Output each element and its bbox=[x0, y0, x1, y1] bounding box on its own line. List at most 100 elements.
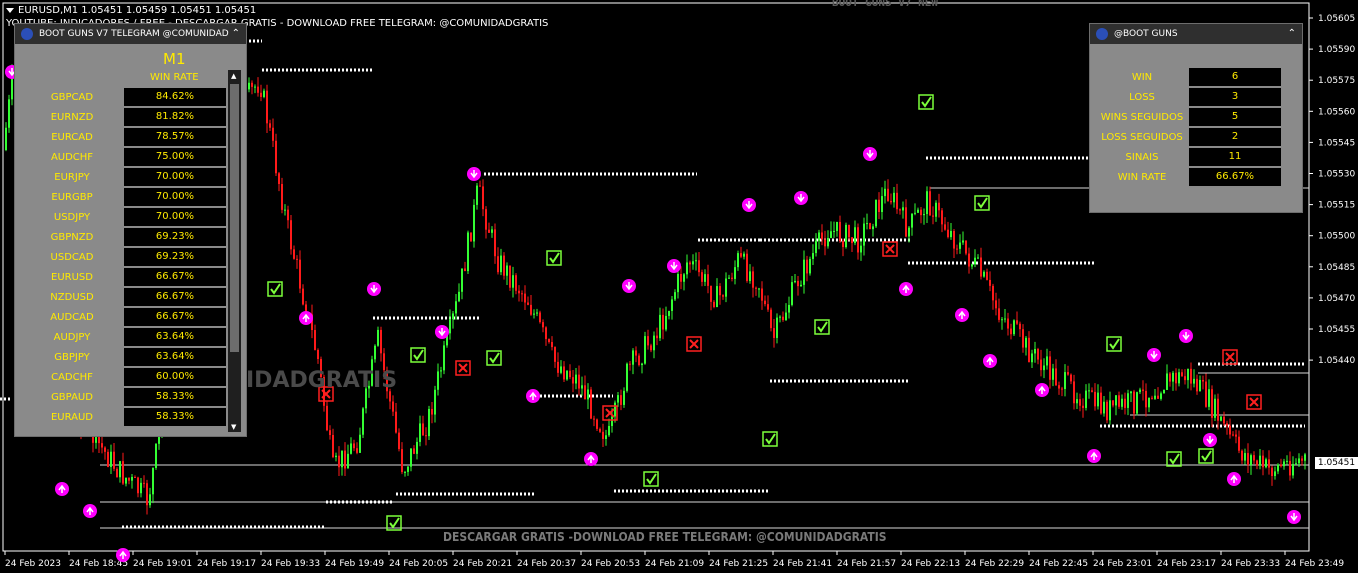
win-rate-panel-titlebar[interactable]: BOOT GUNS V7 TELEGRAM @COMUNIDAD ⌃ bbox=[15, 24, 246, 44]
candle-body bbox=[923, 214, 925, 216]
candle-body bbox=[779, 316, 781, 318]
stats-panel-titlebar[interactable]: @BOOT GUNS ⌃ bbox=[1090, 24, 1302, 44]
candle-body bbox=[449, 319, 451, 334]
loss-x-glyph bbox=[689, 339, 699, 349]
candle-body bbox=[1211, 389, 1213, 418]
loss-x-glyph bbox=[1225, 352, 1235, 362]
candle-body bbox=[785, 312, 787, 321]
candle-body bbox=[815, 240, 817, 254]
win-rate-row: AUDCAD 66.67% bbox=[15, 308, 226, 327]
candle-body bbox=[464, 268, 466, 272]
candle-body bbox=[1238, 436, 1240, 451]
candle-body bbox=[632, 350, 634, 365]
win-rate-row: EURAUD 58.33% bbox=[15, 408, 226, 427]
candle-body bbox=[980, 257, 982, 277]
candle-body bbox=[833, 230, 835, 232]
candle-body bbox=[1280, 464, 1282, 467]
candle-body bbox=[1103, 401, 1105, 414]
candle-body bbox=[1007, 318, 1009, 329]
candle-body bbox=[893, 192, 895, 203]
win-rate-value: 75.00% bbox=[124, 148, 226, 166]
time-axis-label: 24 Feb 19:01 bbox=[133, 559, 192, 569]
candle-body bbox=[836, 221, 838, 231]
candle-body bbox=[824, 239, 826, 247]
candle-body bbox=[131, 476, 133, 481]
candle-body bbox=[380, 329, 382, 354]
win-rate-scrollbar[interactable]: ▲ ▼ bbox=[228, 70, 241, 432]
candle-body bbox=[107, 451, 109, 467]
win-rate-row: GBPJPY 63.64% bbox=[15, 348, 226, 367]
candle-body bbox=[1112, 400, 1114, 406]
candle-body bbox=[1016, 320, 1018, 324]
candle-body bbox=[467, 232, 469, 272]
candle-body bbox=[1067, 372, 1069, 375]
candle-body bbox=[455, 301, 457, 314]
win-rate-row: AUDJPY 63.64% bbox=[15, 328, 226, 347]
candle-body bbox=[743, 253, 745, 257]
candle-body bbox=[881, 196, 883, 213]
candle-body bbox=[503, 255, 505, 276]
candle-body bbox=[1064, 372, 1066, 390]
stats-label: LOSS SEGUIDOS bbox=[1101, 132, 1183, 143]
loss-x-glyph bbox=[458, 363, 468, 373]
scroll-up-icon[interactable]: ▲ bbox=[231, 72, 236, 80]
win-rate-row: USDCAD 69.23% bbox=[15, 248, 226, 267]
candle-body bbox=[401, 449, 403, 473]
candle-body bbox=[488, 229, 490, 233]
stats-panel[interactable]: @BOOT GUNS ⌃ WIN 6 LOSS 3 WINS SEGUIDOS 5 LOSS… bbox=[1089, 23, 1303, 213]
collapse-chevron-icon[interactable]: ⌃ bbox=[232, 24, 240, 44]
candle-body bbox=[506, 265, 508, 276]
candle-body bbox=[1208, 389, 1210, 407]
collapse-chevron-icon[interactable]: ⌃ bbox=[1288, 24, 1296, 44]
candle-body bbox=[293, 249, 295, 259]
candle-body bbox=[470, 232, 472, 242]
candle-body bbox=[1079, 399, 1081, 406]
candle-body bbox=[803, 259, 805, 285]
candle-body bbox=[947, 229, 949, 238]
candle-body bbox=[788, 304, 790, 313]
candle-body bbox=[1157, 395, 1159, 399]
candle-body bbox=[623, 390, 625, 405]
candle-body bbox=[119, 461, 121, 478]
candle-body bbox=[335, 455, 337, 458]
candle-body bbox=[512, 275, 514, 288]
win-rate-panel[interactable]: BOOT GUNS V7 TELEGRAM @COMUNIDAD ⌃ M1 WI… bbox=[14, 23, 247, 437]
candle-body bbox=[890, 200, 892, 203]
chevron-down-icon[interactable] bbox=[6, 7, 14, 13]
candle-body bbox=[689, 262, 691, 265]
candle-body bbox=[485, 209, 487, 230]
symbol-quote: EURUSD,M1 1.05451 1.05459 1.05451 1.0545… bbox=[18, 5, 257, 16]
candle-body bbox=[248, 82, 250, 90]
candle-body bbox=[908, 227, 910, 237]
candle-body bbox=[479, 185, 481, 187]
candle-body bbox=[626, 363, 628, 391]
candle-body bbox=[1247, 453, 1249, 465]
candle-body bbox=[782, 316, 784, 321]
candle-body bbox=[818, 232, 820, 241]
scroll-thumb[interactable] bbox=[230, 84, 239, 352]
candle-body bbox=[896, 192, 898, 210]
candle-body bbox=[1121, 398, 1123, 407]
time-axis-label: 24 Feb 21:09 bbox=[645, 559, 704, 569]
time-axis-label: 24 Feb 20:37 bbox=[517, 559, 576, 569]
candle-body bbox=[521, 293, 523, 295]
candle-body bbox=[299, 259, 301, 289]
candle-body bbox=[536, 312, 538, 314]
candle-body bbox=[731, 277, 733, 279]
win-check-glyph bbox=[270, 283, 281, 295]
candle-body bbox=[377, 329, 379, 346]
chart-window[interactable]: 1.05605 1.05590 1.05575 1.05560 1.05545 1.055… bbox=[0, 0, 1358, 573]
candle-body bbox=[1190, 368, 1192, 384]
win-rate-row: EURNZD 81.82% bbox=[15, 108, 226, 127]
stats-row: WIN RATE 66.67% bbox=[1090, 168, 1302, 187]
candle-body bbox=[1271, 467, 1273, 477]
candle-body bbox=[575, 374, 577, 384]
candle-body bbox=[662, 314, 664, 330]
watermark-text: IDADGRATIS bbox=[246, 368, 398, 393]
candle-body bbox=[1061, 388, 1063, 390]
scroll-down-icon[interactable]: ▼ bbox=[231, 423, 236, 431]
indicator-logo-icon bbox=[21, 28, 33, 40]
candle-body bbox=[1106, 401, 1108, 421]
candle-body bbox=[431, 408, 433, 415]
candle-body bbox=[422, 423, 424, 436]
